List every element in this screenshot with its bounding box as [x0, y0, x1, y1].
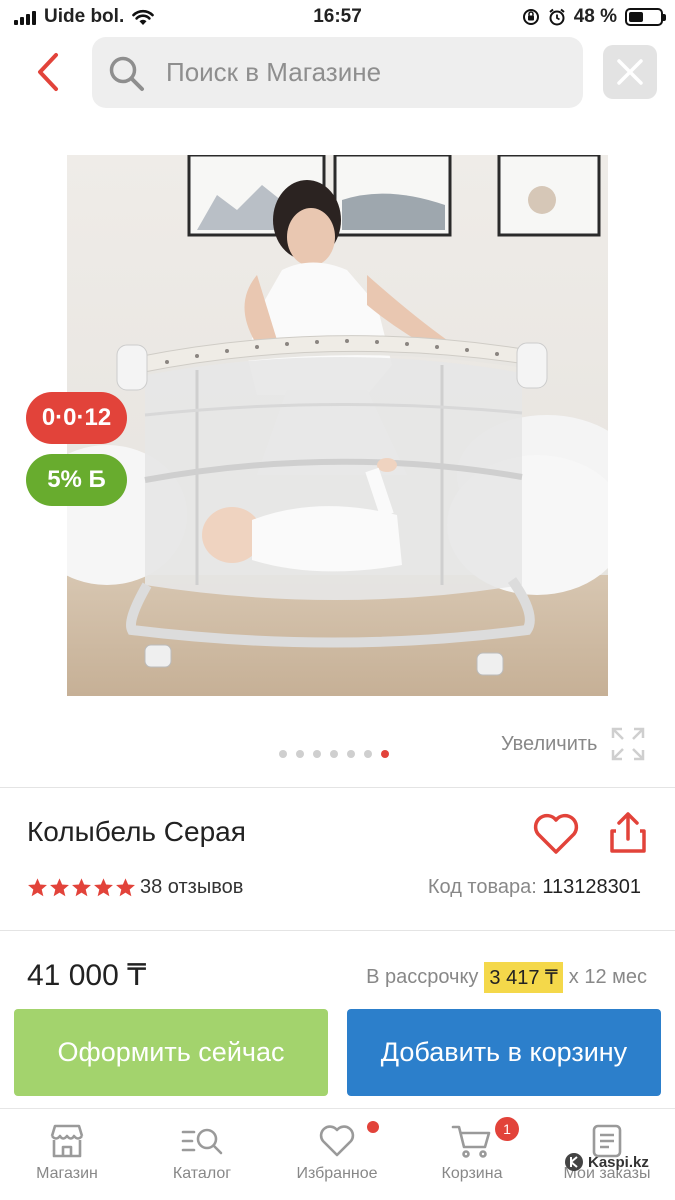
pagination-dot[interactable]: [330, 750, 338, 758]
search-icon: [109, 56, 144, 91]
orientation-lock-icon: [522, 9, 539, 25]
nav-item-catalog[interactable]: Каталог: [142, 1123, 262, 1183]
nav-label: Избранное: [296, 1165, 378, 1182]
watermark-text: Kaspi.kz: [588, 1153, 649, 1171]
divider: [0, 787, 675, 788]
heart-icon: [319, 1125, 355, 1157]
star-icon: [72, 878, 91, 897]
nav-label: Корзина: [441, 1165, 503, 1182]
nav-label: Магазин: [36, 1165, 98, 1182]
back-button[interactable]: [28, 50, 68, 94]
pagination-dot[interactable]: [364, 750, 372, 758]
pagination-dot[interactable]: [296, 750, 304, 758]
share-button[interactable]: [608, 811, 648, 860]
price: 41 000 ₸: [27, 959, 147, 992]
pagination-dot[interactable]: [313, 750, 321, 758]
star-icon: [116, 878, 135, 897]
installment-info: В рассрочку 3 417 ₸ х 12 мес: [366, 962, 647, 993]
pagination-dot[interactable]: [279, 750, 287, 758]
installment-label: В рассрочку: [366, 966, 479, 988]
nav-item-favorites[interactable]: Избранное: [277, 1123, 397, 1183]
pagination-dot[interactable]: [381, 750, 389, 758]
installment-term: х 12 мес: [568, 966, 647, 988]
search-input[interactable]: Поиск в Магазине: [92, 37, 583, 108]
rating-stars: [27, 877, 136, 898]
installment-amount: 3 417 ₸: [484, 962, 563, 993]
zoom-button[interactable]: Увеличить: [501, 727, 645, 761]
nav-label: Каталог: [172, 1165, 232, 1182]
kaspi-watermark: Kaspi.kz: [564, 1152, 649, 1172]
kaspi-logo-icon: [565, 1153, 583, 1171]
catalog-icon: [181, 1128, 223, 1155]
close-button[interactable]: [603, 45, 657, 99]
add-to-cart-button[interactable]: Добавить в корзину: [347, 1009, 661, 1096]
product-code: Код товара: 113128301: [428, 876, 641, 899]
gallery-pagination[interactable]: [279, 750, 389, 758]
product-image[interactable]: [67, 155, 608, 696]
heart-icon: [533, 813, 579, 854]
chevron-left-icon: [38, 53, 58, 91]
buy-now-button[interactable]: Оформить сейчас: [14, 1009, 328, 1096]
cradle-photo: [67, 155, 608, 696]
expand-icon: [612, 727, 645, 761]
battery-icon: [625, 8, 666, 26]
zoom-label: Увеличить: [501, 732, 598, 755]
favorite-button[interactable]: [532, 812, 580, 861]
search-placeholder: Поиск в Магазине: [166, 57, 382, 87]
status-bar: Uide bol. 16:57 48 %: [0, 0, 675, 34]
product-title: Колыбель Серая: [27, 816, 246, 847]
cart-icon: [451, 1125, 491, 1158]
share-icon: [610, 812, 646, 853]
pagination-dot[interactable]: [347, 750, 355, 758]
favorites-dot: [367, 1121, 379, 1133]
nav-item-store[interactable]: Магазин: [7, 1123, 127, 1183]
bonus-badge: 5% Б: [26, 454, 127, 506]
installment-badge: 0·0·12: [26, 392, 127, 444]
product-code-value: 113128301: [542, 876, 641, 898]
store-icon: [50, 1124, 84, 1158]
reviews-link[interactable]: 38 отзывов: [140, 876, 243, 899]
cart-count-badge: 1: [495, 1117, 519, 1141]
divider: [0, 930, 675, 931]
star-icon: [50, 878, 69, 897]
star-icon: [94, 878, 113, 897]
close-icon: [617, 59, 643, 85]
product-code-label: Код товара:: [427, 876, 537, 898]
alarm-icon: [549, 8, 565, 26]
star-icon: [28, 878, 47, 897]
battery-percent: 48 %: [573, 6, 617, 27]
